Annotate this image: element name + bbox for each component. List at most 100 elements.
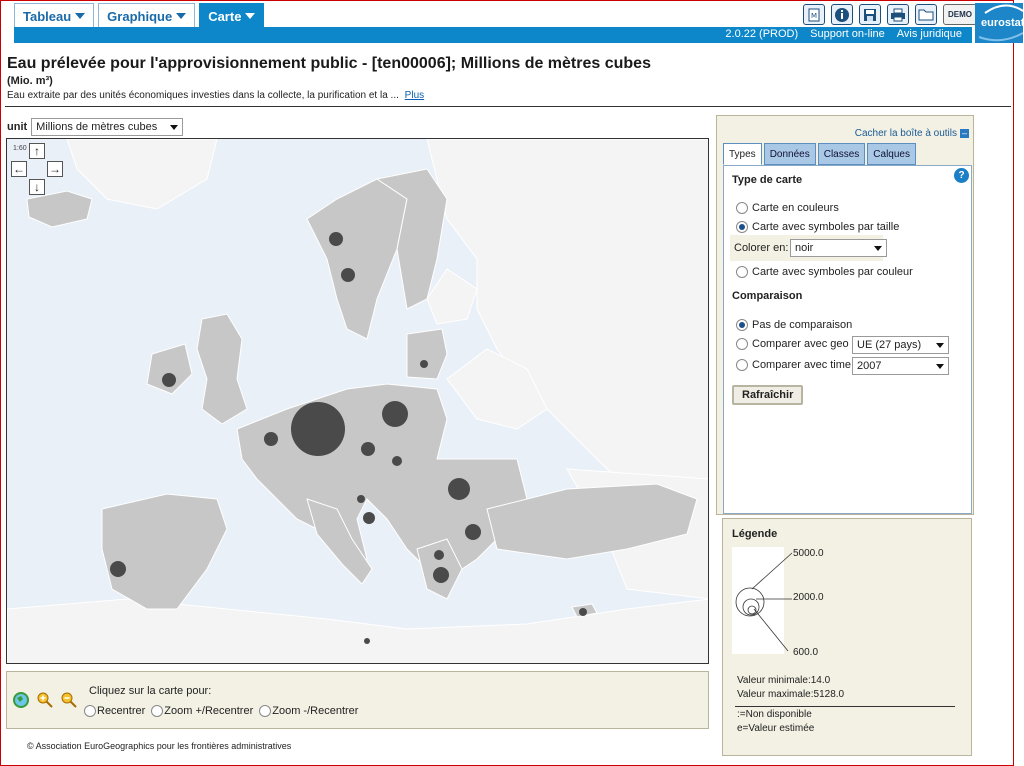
- symbol-slovenia: [357, 495, 365, 503]
- legend-panel: Légende 5000.0 2000.0 600.0 Valeur minim…: [722, 518, 972, 756]
- eurostat-logo[interactable]: eurostat: [975, 3, 1023, 43]
- map-canvas[interactable]: 1:60 ↑ ← → ↓: [6, 138, 709, 664]
- folder-icon[interactable]: [915, 4, 937, 25]
- save-icon[interactable]: [859, 4, 881, 25]
- zoom-out-recenter-option[interactable]: Zoom -/Recentrer: [259, 705, 358, 717]
- tools-panel: Cacher la boîte à outils – Types Données…: [716, 115, 974, 515]
- print-icon[interactable]: [887, 4, 909, 25]
- symbol-greece: [433, 567, 449, 583]
- tab-classes[interactable]: Classes: [817, 143, 866, 165]
- support-link[interactable]: Support on-line: [810, 28, 885, 40]
- tab-carte[interactable]: Carte: [199, 3, 265, 28]
- metadata-icon[interactable]: M: [803, 4, 825, 25]
- page-description: Eau extraite par des unités économiques …: [7, 90, 424, 101]
- map-type-color-symbols[interactable]: Carte avec symboles par couleur: [736, 266, 913, 278]
- compare-geo-value: UE (27 pays): [857, 339, 922, 351]
- pan-right-icon[interactable]: →: [47, 161, 63, 177]
- compare-time-label: Comparer avec time: [752, 359, 852, 371]
- comparison-title: Comparaison: [732, 290, 803, 302]
- legal-link[interactable]: Avis juridique: [897, 28, 962, 40]
- recenter-option[interactable]: Recentrer: [84, 705, 145, 717]
- pan-down-icon[interactable]: ↓: [29, 179, 45, 195]
- legend-not-available: :=Non disponible: [737, 709, 812, 720]
- zoom-in-recenter-option[interactable]: Zoom +/Recentrer: [151, 705, 253, 717]
- zoom-out-icon[interactable]: [61, 692, 77, 708]
- radio-button-selected[interactable]: [736, 221, 748, 233]
- compare-time[interactable]: Comparer avec time: [736, 359, 851, 371]
- tab-calques[interactable]: Calques: [867, 143, 916, 165]
- zoom-in-icon[interactable]: [37, 692, 53, 708]
- map-type-title: Type de carte: [732, 174, 803, 186]
- tools-tabs: Types Données Classes Calques: [723, 143, 916, 165]
- compare-geo[interactable]: Comparer avec geo: [736, 338, 849, 350]
- color-in-select[interactable]: noir: [790, 239, 887, 257]
- tab-tableau[interactable]: Tableau: [14, 3, 95, 28]
- compare-geo-select[interactable]: UE (27 pays): [852, 336, 949, 354]
- radio-button[interactable]: [84, 705, 96, 717]
- radio-button[interactable]: [151, 705, 164, 717]
- symbol-slovakia: [392, 456, 402, 466]
- no-comparison-label: Pas de comparaison: [752, 319, 853, 331]
- window-frame-right: [1013, 0, 1024, 766]
- logo-text: eurostat: [981, 17, 1023, 29]
- symbol-cyprus: [579, 608, 587, 616]
- description-text: Eau extraite par des unités économiques …: [7, 90, 399, 101]
- symbol-sweden: [341, 268, 355, 282]
- click-instruction: Cliquez sur la carte pour:: [89, 685, 212, 697]
- legend-symbol-key: [732, 547, 793, 654]
- tab-graphique[interactable]: Graphique: [98, 3, 196, 28]
- demo-button[interactable]: DEMO: [943, 4, 977, 25]
- info-icon[interactable]: [831, 4, 853, 25]
- globe-icon[interactable]: [13, 692, 29, 708]
- europe-map[interactable]: [7, 139, 709, 664]
- symbol-poland: [382, 401, 408, 427]
- legend-max-value: Valeur maximale:5128.0: [737, 689, 845, 700]
- info-bar: 2.0.22 (PROD) Support on-line Avis jurid…: [14, 27, 972, 43]
- legend-divider: [735, 706, 955, 707]
- pan-control: 1:60 ↑ ← → ↓: [11, 143, 63, 195]
- symbol-croatia: [363, 512, 375, 524]
- map-click-options: Cliquez sur la carte pour: Recentrer Zoo…: [6, 671, 709, 729]
- chevron-down-icon: [245, 13, 256, 19]
- map-type-color[interactable]: Carte en couleurs: [736, 202, 839, 214]
- symbol-czech-republic: [361, 442, 375, 456]
- map-type-size-symbols[interactable]: Carte avec symboles par taille: [736, 221, 899, 233]
- tab-donnees[interactable]: Données: [763, 143, 816, 165]
- radio-button[interactable]: [736, 266, 748, 278]
- legend-value-min: 600.0: [793, 647, 819, 658]
- main-nav: Tableau Graphique Carte: [14, 3, 265, 28]
- radio-button[interactable]: [736, 202, 748, 214]
- version-text: 2.0.22 (PROD): [725, 28, 799, 40]
- symbol-portugal: [110, 561, 126, 577]
- hide-tools-label: Cacher la boîte à outils: [854, 128, 957, 139]
- tab-graphique-label: Graphique: [107, 8, 173, 24]
- unit-row: unit Millions de mètres cubes: [7, 118, 184, 136]
- legend-min-value: Valeur minimale:14.0: [737, 675, 831, 686]
- tab-types[interactable]: Types: [723, 143, 762, 165]
- unit-select[interactable]: Millions de mètres cubes: [31, 118, 184, 136]
- radio-button[interactable]: [736, 338, 748, 350]
- legend-estimated: e=Valeur estimée: [737, 723, 815, 734]
- chevron-down-icon: [936, 342, 944, 348]
- hide-tools-link[interactable]: Cacher la boîte à outils –: [855, 128, 969, 139]
- radio-button[interactable]: [259, 705, 272, 717]
- more-link[interactable]: Plus: [405, 90, 424, 101]
- symbol-malta: [364, 638, 370, 644]
- recenter-label: Recentrer: [97, 705, 146, 717]
- symbol-romania: [448, 478, 470, 500]
- no-comparison[interactable]: Pas de comparaison: [736, 319, 852, 331]
- pan-up-icon[interactable]: ↑: [29, 143, 45, 159]
- radio-button-selected[interactable]: [736, 319, 748, 331]
- chevron-down-icon: [936, 363, 944, 369]
- help-icon[interactable]: ?: [954, 168, 969, 183]
- compare-time-value: 2007: [857, 360, 882, 372]
- refresh-button[interactable]: Rafraîchir: [732, 385, 804, 405]
- compare-time-select[interactable]: 2007: [852, 357, 949, 375]
- page-subtitle: (Mio. m³): [7, 75, 53, 87]
- page-title: Eau prélevée pour l'approvisionnement pu…: [7, 55, 651, 72]
- symbol-norway: [329, 232, 343, 246]
- map-type-size-label: Carte avec symboles par taille: [752, 221, 900, 233]
- svg-text:M: M: [811, 12, 817, 20]
- pan-left-icon[interactable]: ←: [11, 161, 27, 177]
- radio-button[interactable]: [736, 359, 748, 371]
